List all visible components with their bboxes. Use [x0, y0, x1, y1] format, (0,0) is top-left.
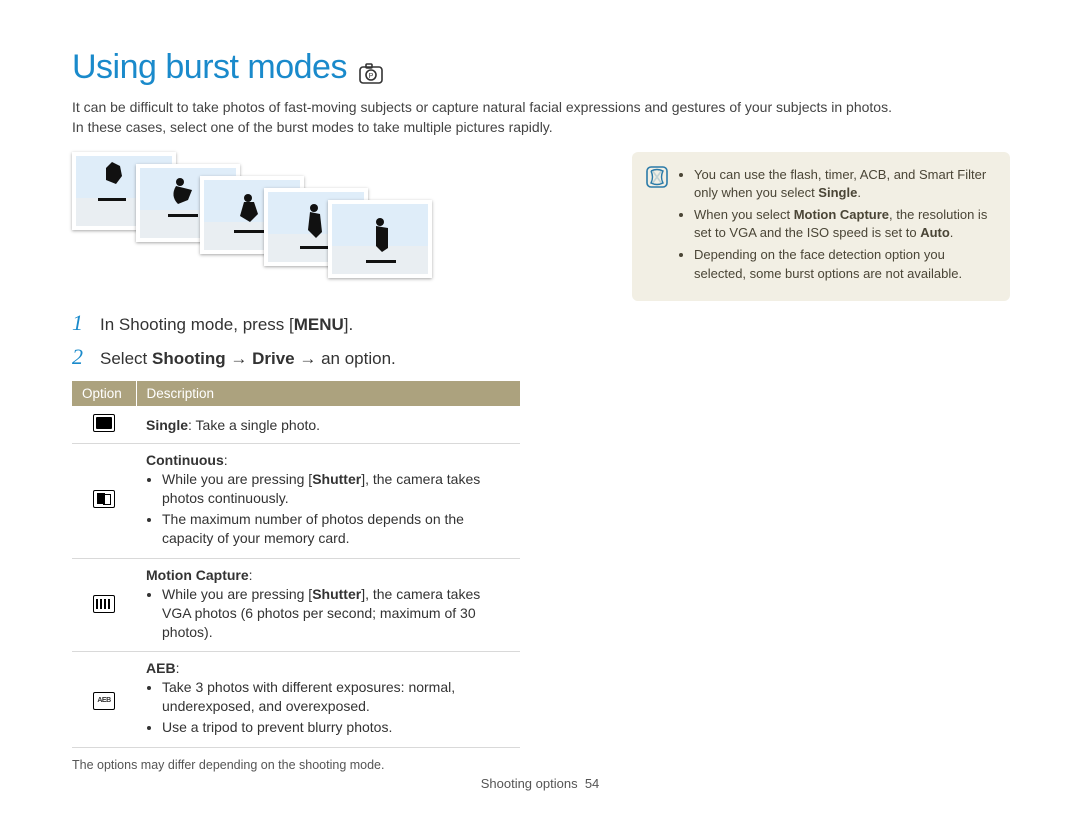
note-box: You can use the flash, timer, ACB, and S…: [632, 152, 1010, 301]
table-row: AEB AEB: Take 3 photos with different ex…: [72, 652, 520, 748]
svg-text:P: P: [369, 73, 374, 80]
col-header-option: Option: [72, 381, 136, 406]
list-item: Take 3 photos with different exposures: …: [162, 678, 510, 716]
intro-line-2: In these cases, select one of the burst …: [72, 119, 553, 135]
program-mode-icon: P: [359, 63, 383, 85]
list-item: Use a tripod to prevent blurry photos.: [162, 718, 510, 737]
table-footnote: The options may differ depending on the …: [72, 758, 592, 772]
list-item: While you are pressing [Shutter], the ca…: [162, 585, 510, 642]
options-table: Option Description Single: Take a single…: [72, 381, 520, 748]
aeb-icon: AEB: [93, 692, 115, 710]
footer-page-number: 54: [585, 776, 599, 791]
page-title-row: Using burst modes P: [72, 48, 1010, 87]
aeb-description: AEB: Take 3 photos with different exposu…: [136, 652, 520, 748]
continuous-icon: [93, 490, 115, 508]
list-item: When you select Motion Capture, the reso…: [694, 206, 994, 242]
burst-frame-5: [328, 200, 432, 278]
note-icon: [646, 166, 668, 188]
step-number: 1: [72, 310, 88, 336]
page-title: Using burst modes: [72, 48, 347, 87]
burst-illustration: [72, 152, 592, 292]
footer-section: Shooting options: [481, 776, 578, 791]
step-2-text: Select Shooting → Drive → an option.: [100, 347, 396, 371]
motion-capture-description: Motion Capture: While you are pressing […: [136, 558, 520, 652]
single-icon: [93, 414, 115, 432]
step-1-text: In Shooting mode, press [MENU].: [100, 313, 353, 337]
intro-line-1: It can be difficult to take photos of fa…: [72, 99, 892, 115]
step-2: 2 Select Shooting → Drive → an option.: [72, 344, 592, 371]
table-row: Continuous: While you are pressing [Shut…: [72, 444, 520, 559]
step-number: 2: [72, 344, 88, 370]
motion-capture-icon: [93, 595, 115, 613]
list-item: Depending on the face detection option y…: [694, 246, 994, 282]
note-list: You can use the flash, timer, ACB, and S…: [678, 166, 994, 287]
table-row: Single: Take a single photo.: [72, 406, 520, 444]
steps-list: 1 In Shooting mode, press [MENU]. 2 Sele…: [72, 310, 592, 372]
page-footer: Shooting options 54: [0, 776, 1080, 791]
intro-paragraph: It can be difficult to take photos of fa…: [72, 97, 1010, 138]
col-header-description: Description: [136, 381, 520, 406]
continuous-description: Continuous: While you are pressing [Shut…: [136, 444, 520, 559]
step-1: 1 In Shooting mode, press [MENU].: [72, 310, 592, 337]
list-item: The maximum number of photos depends on …: [162, 510, 510, 548]
list-item: You can use the flash, timer, ACB, and S…: [694, 166, 994, 202]
list-item: While you are pressing [Shutter], the ca…: [162, 470, 510, 508]
single-description: Single: Take a single photo.: [136, 406, 520, 444]
table-row: Motion Capture: While you are pressing […: [72, 558, 520, 652]
